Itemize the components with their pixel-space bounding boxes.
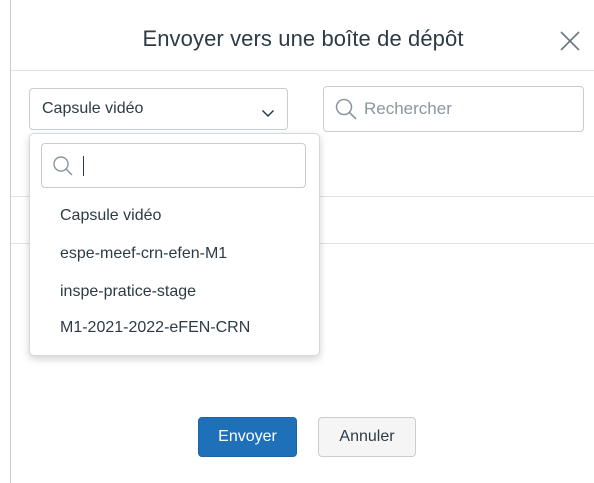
dropdown-option[interactable]: Capsule vidéo — [60, 207, 161, 225]
close-button[interactable] — [559, 30, 581, 52]
search-field[interactable] — [323, 86, 584, 132]
search-input[interactable] — [364, 97, 574, 121]
dialog-header: Envoyer vers une boîte de dépôt — [11, 0, 594, 71]
search-icon — [52, 155, 74, 182]
text-cursor — [83, 156, 84, 176]
folder-dropdown-menu: Capsule vidéo espe-meef-crn-efen-M1 insp… — [29, 133, 320, 356]
send-to-dropbox-dialog: Envoyer vers une boîte de dépôt Capsule … — [10, 0, 594, 483]
dropdown-search-field[interactable] — [41, 143, 306, 188]
search-icon — [334, 97, 358, 126]
chevron-down-icon — [261, 105, 275, 123]
folder-select-value: Capsule vidéo — [42, 100, 144, 117]
send-button[interactable]: Envoyer — [198, 417, 297, 457]
dropdown-option[interactable]: inspe-pratice-stage — [60, 283, 196, 301]
close-icon — [559, 30, 581, 52]
dropdown-option[interactable]: M1-2021-2022-eFEN-CRN — [60, 319, 250, 337]
dialog-title: Envoyer vers une boîte de dépôt — [142, 26, 464, 51]
folder-select[interactable]: Capsule vidéo — [29, 88, 288, 130]
dropdown-option[interactable]: espe-meef-crn-efen-M1 — [60, 245, 227, 263]
cancel-button[interactable]: Annuler — [318, 417, 416, 457]
